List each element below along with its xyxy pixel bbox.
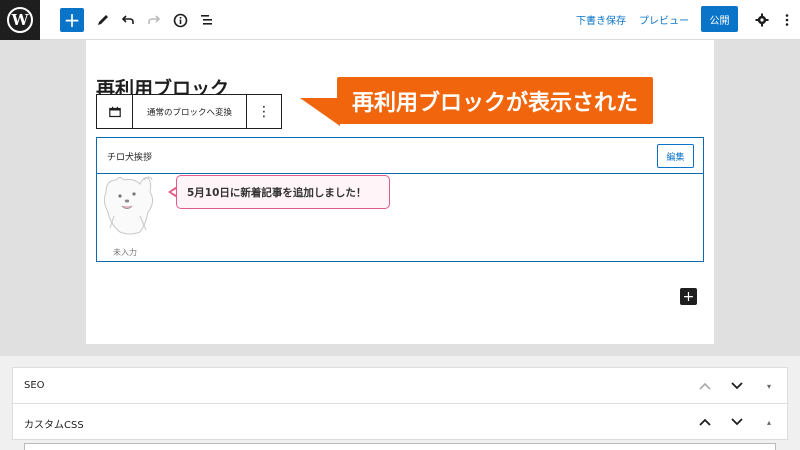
add-block-button[interactable]: + — [60, 8, 84, 32]
editor-top-toolbar: W + 下書き保存 プレビュー 公開 — [0, 0, 800, 40]
pencil-icon[interactable] — [92, 8, 114, 32]
annotation-callout: 再利用ブロックが表示された — [337, 77, 653, 124]
toggle-panel-icon[interactable]: ▴ — [761, 413, 777, 431]
reusable-block-header: チロ犬挨拶 編集 — [97, 138, 703, 174]
move-up-icon[interactable] — [697, 377, 713, 395]
dog-avatar-icon — [100, 172, 160, 238]
metabox-seo: SEO ▾ — [12, 367, 788, 404]
metabox-title[interactable]: カスタムCSS — [24, 416, 84, 431]
custom-css-editor[interactable] — [24, 443, 776, 450]
publish-button[interactable]: 公開 — [701, 6, 738, 32]
reusable-block-icon[interactable] — [97, 95, 133, 128]
wordpress-logo-icon[interactable]: W — [0, 0, 40, 40]
save-draft-button[interactable]: 下書き保存 — [576, 12, 626, 27]
speech-bubble: 5月10日に新着記事を追加しました！ — [176, 175, 390, 209]
convert-to-regular-block-button[interactable]: 通常のブロックへ変換 — [133, 95, 247, 128]
gear-icon[interactable] — [751, 8, 773, 32]
more-vertical-icon[interactable] — [776, 8, 798, 32]
metabox-title[interactable]: SEO — [24, 380, 45, 391]
block-toolbar: 通常のブロックへ変換 ⋮ — [96, 94, 282, 129]
edit-reusable-block-button[interactable]: 編集 — [657, 144, 694, 168]
wordpress-logo-mark: W — [7, 7, 33, 33]
move-up-icon[interactable] — [697, 413, 713, 431]
reusable-block-name: チロ犬挨拶 — [107, 153, 153, 163]
move-down-icon[interactable] — [729, 377, 745, 395]
undo-icon[interactable] — [117, 8, 139, 32]
preview-button[interactable]: プレビュー — [639, 12, 689, 27]
redo-icon[interactable] — [143, 8, 165, 32]
metabox-custom-css: カスタムCSS ▴ — [12, 403, 788, 440]
list-view-icon[interactable] — [196, 8, 218, 32]
callout-pointer — [300, 98, 340, 126]
move-down-icon[interactable] — [729, 413, 745, 431]
info-icon[interactable] — [169, 8, 191, 32]
block-options-button[interactable]: ⋮ — [247, 95, 281, 128]
toggle-panel-icon[interactable]: ▾ — [761, 377, 777, 395]
avatar-caption: 未入力 — [113, 248, 137, 257]
block-inserter-button[interactable]: + — [680, 288, 697, 305]
